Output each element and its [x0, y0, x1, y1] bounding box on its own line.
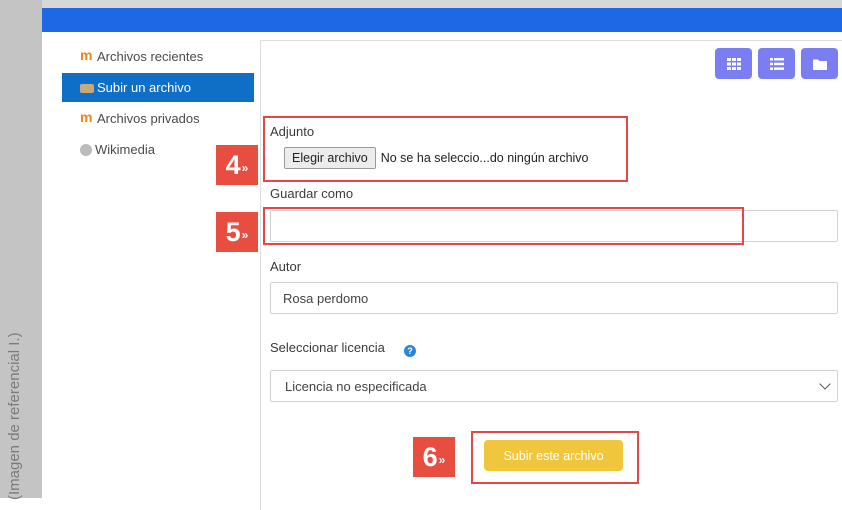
license-selected-value: Licencia no especificada — [285, 378, 427, 394]
highlight-save-as — [263, 207, 744, 245]
view-toolbar — [715, 48, 838, 79]
list-view-button[interactable] — [758, 48, 795, 79]
sidebar-item-label: Subir un archivo — [97, 80, 191, 95]
help-icon[interactable]: ? — [404, 345, 416, 357]
chevron-down-icon — [819, 378, 831, 390]
step-badge-4: 4» — [216, 145, 258, 185]
wikimedia-icon — [80, 143, 92, 156]
grid-view-button[interactable] — [715, 48, 752, 79]
license-select[interactable]: Licencia no especificada — [270, 370, 838, 402]
step-badge-5: 5» — [216, 212, 258, 252]
window-frame — [42, 0, 842, 8]
grid-view-icon — [726, 57, 741, 70]
highlight-attachment — [263, 116, 628, 182]
folder-view-button[interactable] — [801, 48, 838, 79]
author-label: Autor — [270, 259, 302, 274]
step-marker: » — [438, 453, 446, 467]
step-number: 5 — [225, 216, 241, 247]
save-as-label: Guardar como — [270, 186, 354, 201]
step-number: 6 — [422, 441, 438, 472]
folder-view-icon — [812, 59, 827, 70]
sidebar-item-label: Archivos recientes — [97, 49, 204, 64]
step-marker: » — [241, 228, 249, 242]
highlight-upload-button — [471, 431, 639, 484]
caption-text: (Imagen de referencial I.) — [6, 332, 23, 500]
moodle-m-icon — [80, 109, 94, 125]
sidebar-item-label: Archivos privados — [97, 111, 200, 126]
list-view-icon — [769, 57, 784, 70]
step-number: 4 — [225, 149, 241, 180]
license-label: Seleccionar licencia — [270, 340, 385, 355]
top-bar — [42, 8, 842, 32]
sidebar-item-private-files[interactable]: Archivos privados — [62, 104, 254, 133]
sidebar-item-upload-file[interactable]: Subir un archivo — [62, 73, 254, 102]
upload-icon — [80, 84, 94, 93]
step-marker: » — [241, 161, 249, 175]
step-badge-6: 6» — [413, 437, 455, 477]
author-input[interactable] — [270, 282, 838, 314]
sidebar-item-recent-files[interactable]: Archivos recientes — [62, 42, 254, 71]
left-gutter: (Imagen de referencial I.) — [0, 0, 42, 500]
moodle-m-icon — [80, 47, 94, 63]
sidebar-item-label: Wikimedia — [95, 142, 155, 157]
